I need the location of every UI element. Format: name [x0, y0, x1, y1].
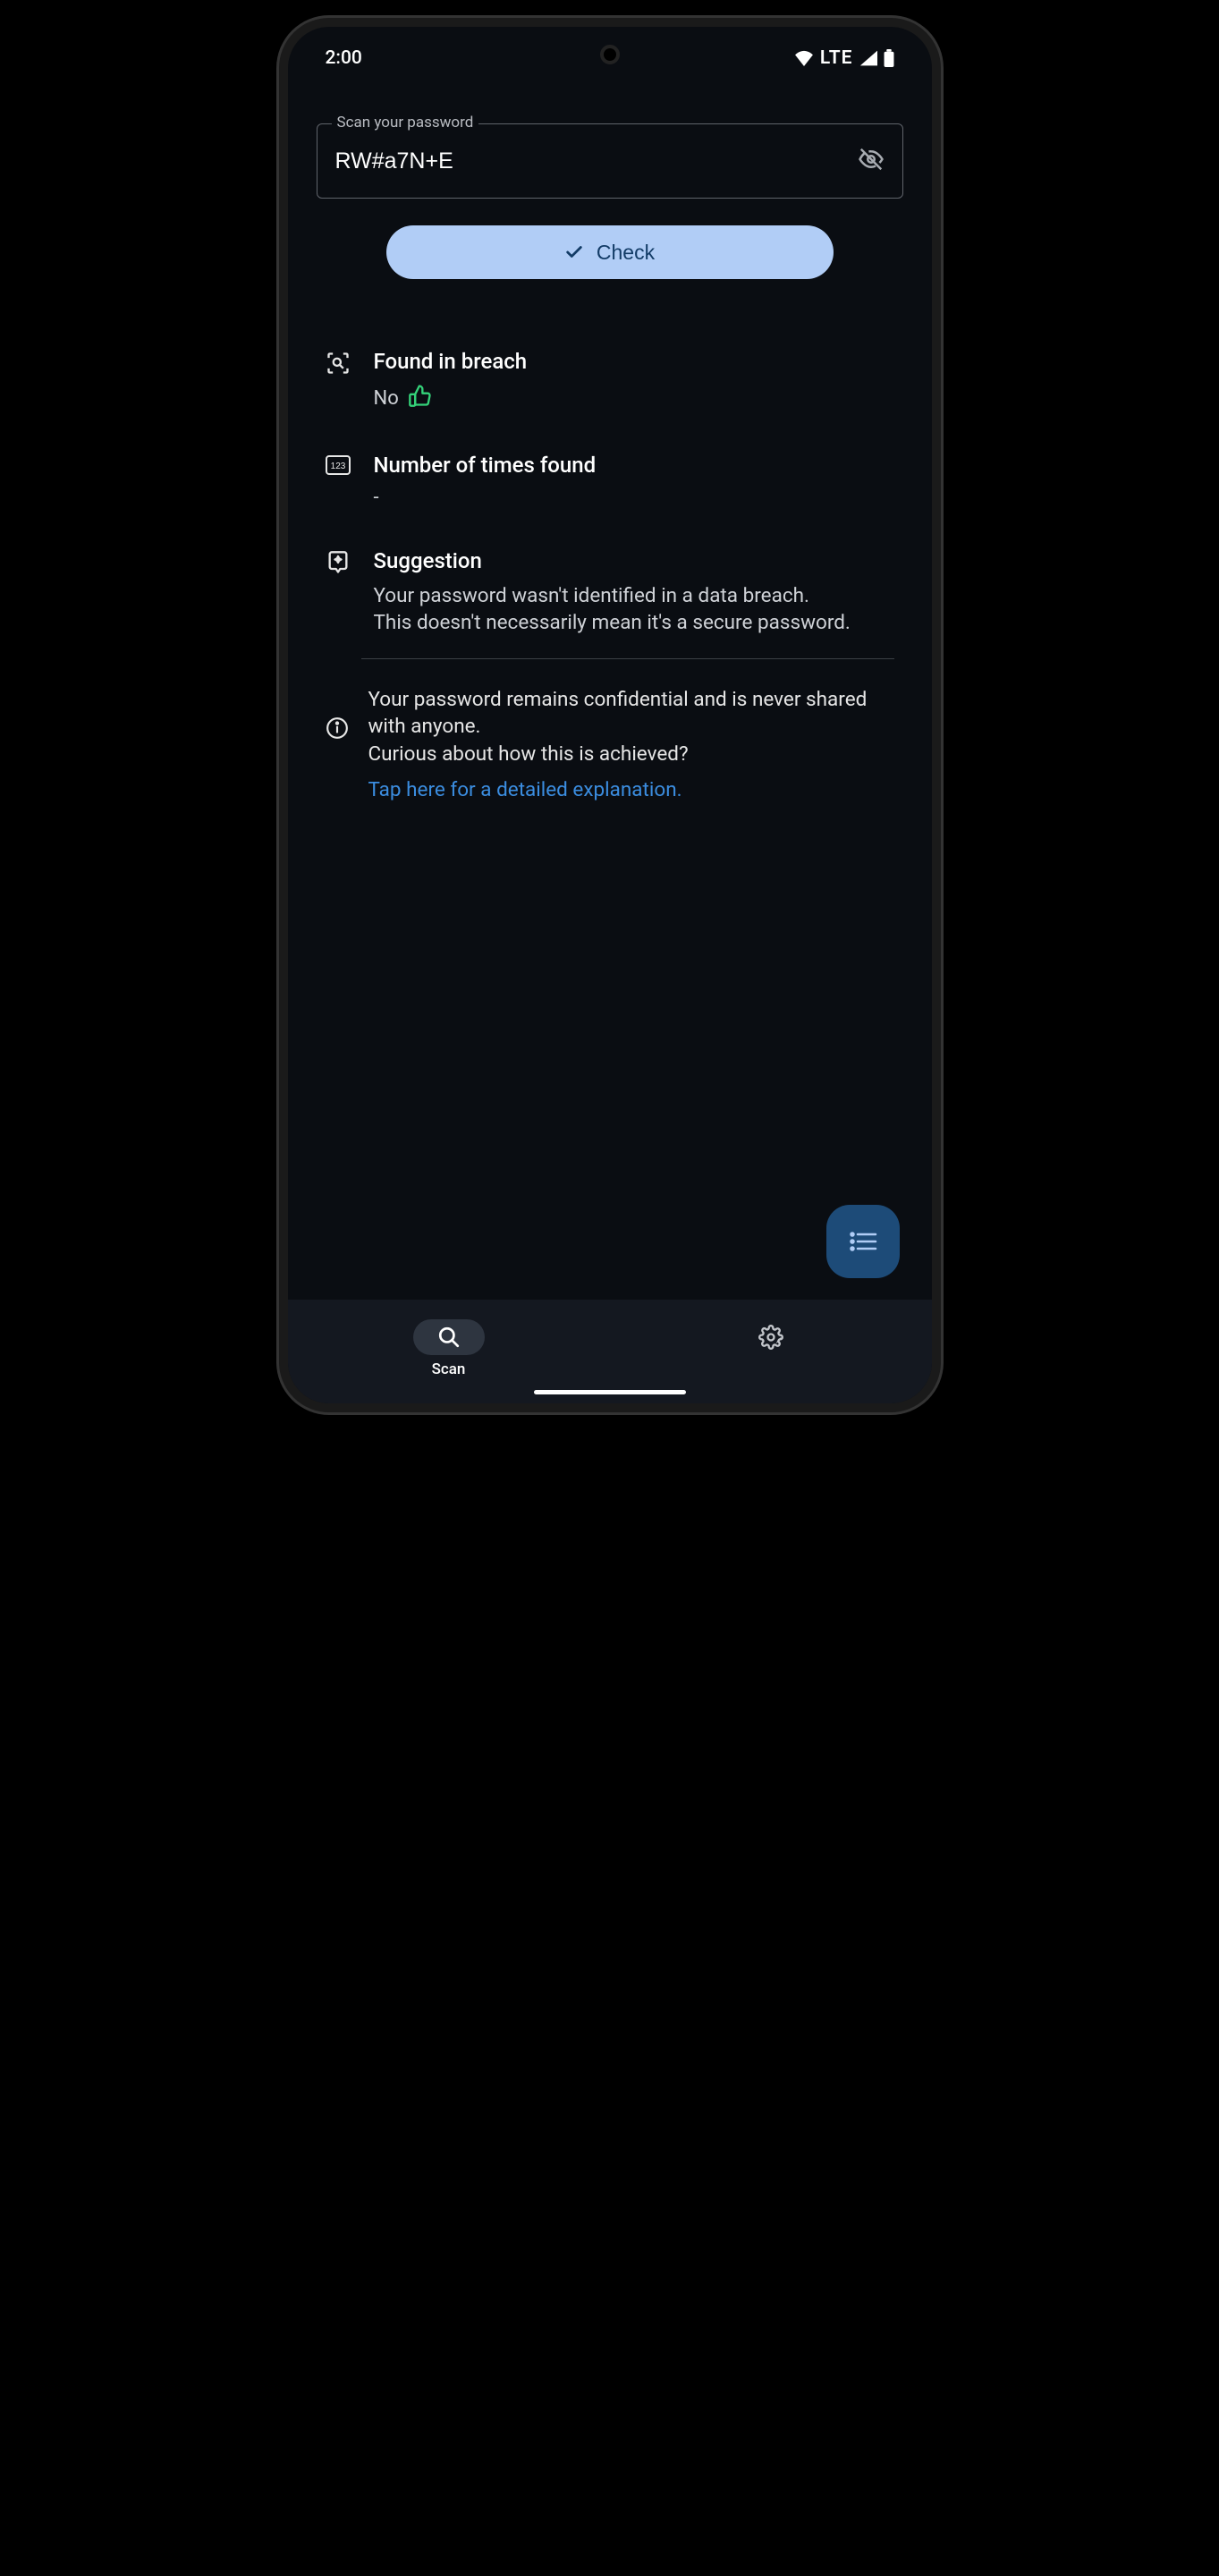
- breach-value: No: [374, 387, 399, 410]
- nav-scan-icon-wrap: [413, 1319, 485, 1355]
- nav-settings-icon-wrap: [735, 1319, 807, 1355]
- bottom-nav: Scan: [288, 1300, 932, 1403]
- status-icons: LTE: [794, 47, 894, 69]
- scan-icon: [326, 351, 352, 377]
- suggestion-title: Suggestion: [374, 548, 894, 573]
- info-icon: [326, 716, 349, 740]
- wifi-icon: [794, 50, 814, 66]
- camera-notch: [600, 45, 620, 64]
- list-icon: [849, 1231, 877, 1252]
- network-label: LTE: [820, 47, 853, 69]
- suggestion-text: Your password wasn't identified in a dat…: [374, 582, 894, 637]
- nav-settings[interactable]: [699, 1319, 842, 1378]
- password-field-label: Scan your password: [332, 114, 479, 131]
- signal-icon: [859, 50, 877, 66]
- password-input[interactable]: [335, 148, 847, 174]
- status-time: 2:00: [326, 47, 362, 69]
- divider: [361, 658, 894, 659]
- suggestion-result: Suggestion Your password wasn't identifi…: [326, 548, 894, 637]
- visibility-off-icon[interactable]: [858, 146, 885, 176]
- thumbs-up-icon: [408, 383, 433, 413]
- check-icon: [564, 242, 584, 262]
- count-title: Number of times found: [374, 453, 894, 478]
- gear-icon: [758, 1325, 783, 1350]
- main-content: Scan your password Check Found in breach…: [288, 80, 932, 1300]
- home-indicator[interactable]: [534, 1390, 686, 1394]
- number-icon: 123: [326, 454, 352, 481]
- count-result: 123 Number of times found -: [326, 453, 894, 509]
- phone-frame: 2:00 LTE Scan your password Check: [279, 18, 941, 1412]
- search-icon: [437, 1326, 461, 1349]
- check-button-label: Check: [597, 241, 655, 265]
- battery-icon: [884, 49, 894, 67]
- explanation-link[interactable]: Tap here for a detailed explanation.: [368, 778, 894, 801]
- results-section: Found in breach No 123 Number of times f…: [317, 349, 903, 637]
- nav-scan[interactable]: Scan: [377, 1319, 521, 1378]
- count-value: -: [374, 487, 379, 509]
- list-fab-button[interactable]: [826, 1205, 900, 1278]
- suggestion-icon: [326, 550, 352, 577]
- svg-text:123: 123: [330, 462, 345, 471]
- password-field-container[interactable]: Scan your password: [317, 123, 903, 199]
- check-button[interactable]: Check: [386, 225, 834, 279]
- info-block: Your password remains confidential and i…: [317, 686, 903, 801]
- breach-title: Found in breach: [374, 349, 894, 374]
- breach-result: Found in breach No: [326, 349, 894, 413]
- nav-scan-label: Scan: [432, 1360, 466, 1378]
- info-text: Your password remains confidential and i…: [368, 686, 894, 767]
